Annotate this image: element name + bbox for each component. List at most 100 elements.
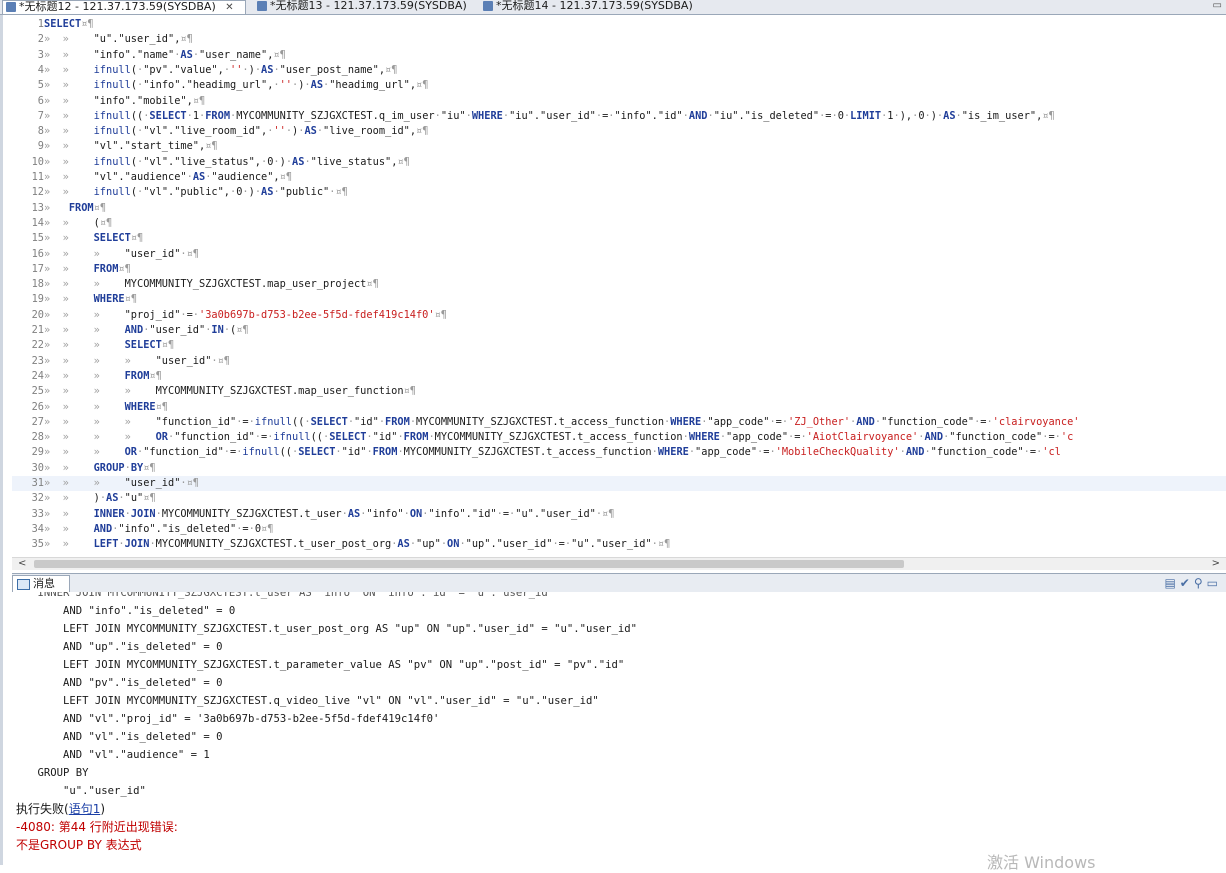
tab-marker: » » » »: [44, 354, 156, 367]
tab-marker: » » » »: [44, 431, 156, 444]
code-line[interactable]: 17» » FROM¤¶: [12, 262, 1226, 277]
message-line: AND "vl"."audience" = 1: [12, 749, 210, 761]
tab-marker: » »: [44, 538, 94, 551]
pin-icon[interactable]: ⚲: [1194, 576, 1207, 590]
scroll-left-arrow-icon[interactable]: <: [18, 558, 26, 570]
code-line[interactable]: 28» » » » OR·"function_id"·=·ifnull((·SE…: [12, 430, 1226, 445]
code-text: FROM¤¶: [93, 262, 131, 275]
tab-marker: » »: [44, 522, 94, 535]
code-line[interactable]: 34» » AND·"info"."is_deleted"·=·0¤¶: [12, 522, 1226, 537]
code-line[interactable]: 14» » (¤¶: [12, 216, 1226, 231]
code-text: INNER·JOIN·MYCOMMUNITY_SZJGXCTEST.t_user…: [93, 507, 615, 520]
code-line[interactable]: 6» » "info"."mobile",¤¶: [12, 94, 1226, 109]
code-line[interactable]: 32» » )·AS·"u"¤¶: [12, 491, 1226, 506]
code-line[interactable]: 13» FROM¤¶: [12, 201, 1226, 216]
close-icon[interactable]: ✕: [225, 2, 233, 14]
view-menu-icon[interactable]: ▤: [1164, 576, 1179, 590]
code-line[interactable]: 7» » ifnull((·SELECT·1·FROM·MYCOMMUNITY_…: [12, 109, 1226, 124]
code-line[interactable]: 3» » "info"."name"·AS·"user_name",¤¶: [12, 48, 1226, 63]
code-line[interactable]: 12» » ifnull(·"vl"."public",·0·)·AS·"pub…: [12, 185, 1226, 200]
code-line[interactable]: 25» » » » MYCOMMUNITY_SZJGXCTEST.map_use…: [12, 384, 1226, 399]
line-number: 2: [37, 33, 44, 46]
code-line[interactable]: 35» » LEFT·JOIN·MYCOMMUNITY_SZJGXCTEST.t…: [12, 537, 1226, 552]
line-number: 30: [31, 461, 44, 474]
tab-label: *无标题14 - 121.37.173.59(SYSDBA): [496, 0, 693, 12]
line-number: 16: [31, 247, 44, 260]
message-icon: [17, 579, 30, 590]
code-line[interactable]: 16» » » "user_id"·¤¶: [12, 247, 1226, 262]
minimize-icon[interactable]: ▭: [1213, 0, 1222, 11]
code-line[interactable]: 20» » » "proj_id"·=·'3a0b697b-d753-b2ee-…: [12, 308, 1226, 323]
code-line[interactable]: 21» » » AND·"user_id"·IN·(¤¶: [12, 323, 1226, 338]
code-line[interactable]: 31» » » "user_id"·¤¶: [12, 476, 1226, 492]
side-strip: [0, 15, 3, 865]
line-number: 25: [31, 385, 44, 398]
line-number: 15: [31, 232, 44, 245]
code-line[interactable]: 24» » » FROM¤¶: [12, 369, 1226, 384]
code-line[interactable]: 23» » » » "user_id"·¤¶: [12, 354, 1226, 369]
code-text: ifnull((·SELECT·1·FROM·MYCOMMUNITY_SZJGX…: [93, 109, 1055, 122]
horizontal-scrollbar[interactable]: < >: [12, 557, 1226, 570]
editor-tab-bar: *无标题12 - 121.37.173.59(SYSDBA) ✕ *无标题13 …: [0, 0, 1226, 15]
line-number: 17: [31, 262, 44, 275]
sql-file-icon: [6, 2, 16, 12]
tab-marker: » »: [44, 492, 94, 505]
code-text: FROM¤¶: [68, 201, 107, 214]
sql-file-icon: [483, 1, 493, 11]
line-number: 26: [31, 400, 44, 413]
tab-marker: » »: [44, 109, 94, 122]
line-number: 10: [31, 155, 44, 168]
tab-marker: » »: [44, 63, 94, 76]
code-text: WHERE¤¶: [93, 293, 138, 306]
tab-marker: » » »: [44, 339, 125, 352]
message-line: AND "up"."is_deleted" = 0: [12, 641, 223, 653]
line-number: 19: [31, 293, 44, 306]
code-line[interactable]: 30» » GROUP·BY¤¶: [12, 461, 1226, 476]
code-line[interactable]: 26» » » WHERE¤¶: [12, 400, 1226, 415]
tab-marker: » »: [44, 186, 94, 199]
code-text: "info"."name"·AS·"user_name",¤¶: [93, 48, 286, 61]
statement-link[interactable]: 语句1: [69, 802, 101, 816]
code-text: MYCOMMUNITY_SZJGXCTEST.map_user_function…: [155, 385, 416, 398]
tab-messages[interactable]: 消息: [12, 575, 70, 592]
line-number: 4: [37, 63, 44, 76]
code-line[interactable]: 27» » » » "function_id"·=·ifnull((·SELEC…: [12, 415, 1226, 430]
code-line[interactable]: 11» » "vl"."audience"·AS·"audience",¤¶: [12, 170, 1226, 185]
code-line[interactable]: 19» » WHERE¤¶: [12, 292, 1226, 307]
line-number: 27: [31, 415, 44, 428]
code-line[interactable]: 5» » ifnull(·"info"."headimg_url",·''·)·…: [12, 78, 1226, 93]
code-text: "u"."user_id",¤¶: [93, 33, 193, 46]
messages-toolbar: ▤✔⚲▭: [1164, 576, 1222, 590]
code-line[interactable]: 1SELECT¤¶: [12, 17, 1226, 32]
tab-marker: » » »: [44, 324, 125, 336]
code-line[interactable]: 15» » SELECT¤¶: [12, 231, 1226, 246]
message-line: AND "vl"."is_deleted" = 0: [12, 731, 223, 743]
tab-untitled-13[interactable]: *无标题13 - 121.37.173.59(SYSDBA): [254, 0, 474, 14]
code-line[interactable]: 18» » » MYCOMMUNITY_SZJGXCTEST.map_user_…: [12, 277, 1226, 292]
scrollbar-thumb[interactable]: [34, 560, 904, 568]
tab-untitled-12[interactable]: *无标题12 - 121.37.173.59(SYSDBA) ✕: [2, 0, 246, 14]
code-line[interactable]: 33» » INNER·JOIN·MYCOMMUNITY_SZJGXCTEST.…: [12, 507, 1226, 522]
code-line[interactable]: 29» » » OR·"function_id"·=·ifnull((·SELE…: [12, 445, 1226, 460]
message-line: AND "pv"."is_deleted" = 0: [12, 677, 223, 689]
clear-icon[interactable]: ✔: [1180, 576, 1194, 590]
code-text: MYCOMMUNITY_SZJGXCTEST.map_user_project¤…: [124, 278, 379, 291]
code-line[interactable]: 8» » ifnull(·"vl"."live_room_id",·''·)·A…: [12, 124, 1226, 139]
code-line[interactable]: 9» » "vl"."start_time",¤¶: [12, 139, 1226, 154]
minimize-icon[interactable]: ▭: [1207, 576, 1222, 590]
message-line: AND "info"."is_deleted" = 0: [12, 605, 236, 617]
sql-file-icon: [257, 1, 267, 11]
code-text: WHERE¤¶: [124, 400, 168, 413]
message-line: LEFT JOIN MYCOMMUNITY_SZJGXCTEST.t_user_…: [12, 623, 638, 635]
sql-editor[interactable]: 1SELECT¤¶ 2» » "u"."user_id",¤¶ 3» » "info…: [12, 15, 1226, 557]
tab-marker: » »: [44, 262, 94, 275]
code-line[interactable]: 4» » ifnull(·"pv"."value",·''·)·AS·"user…: [12, 63, 1226, 78]
code-line[interactable]: 22» » » SELECT¤¶: [12, 338, 1226, 353]
tab-untitled-14[interactable]: *无标题14 - 121.37.173.59(SYSDBA): [480, 0, 700, 14]
window-controls[interactable]: ▭: [1213, 0, 1222, 11]
code-line[interactable]: 2» » "u"."user_id",¤¶: [12, 32, 1226, 47]
scroll-right-arrow-icon[interactable]: >: [1212, 558, 1220, 570]
code-text: (¤¶: [93, 216, 113, 229]
line-number: 35: [31, 538, 44, 551]
code-line[interactable]: 10» » ifnull(·"vl"."live_status",·0·)·AS…: [12, 155, 1226, 170]
